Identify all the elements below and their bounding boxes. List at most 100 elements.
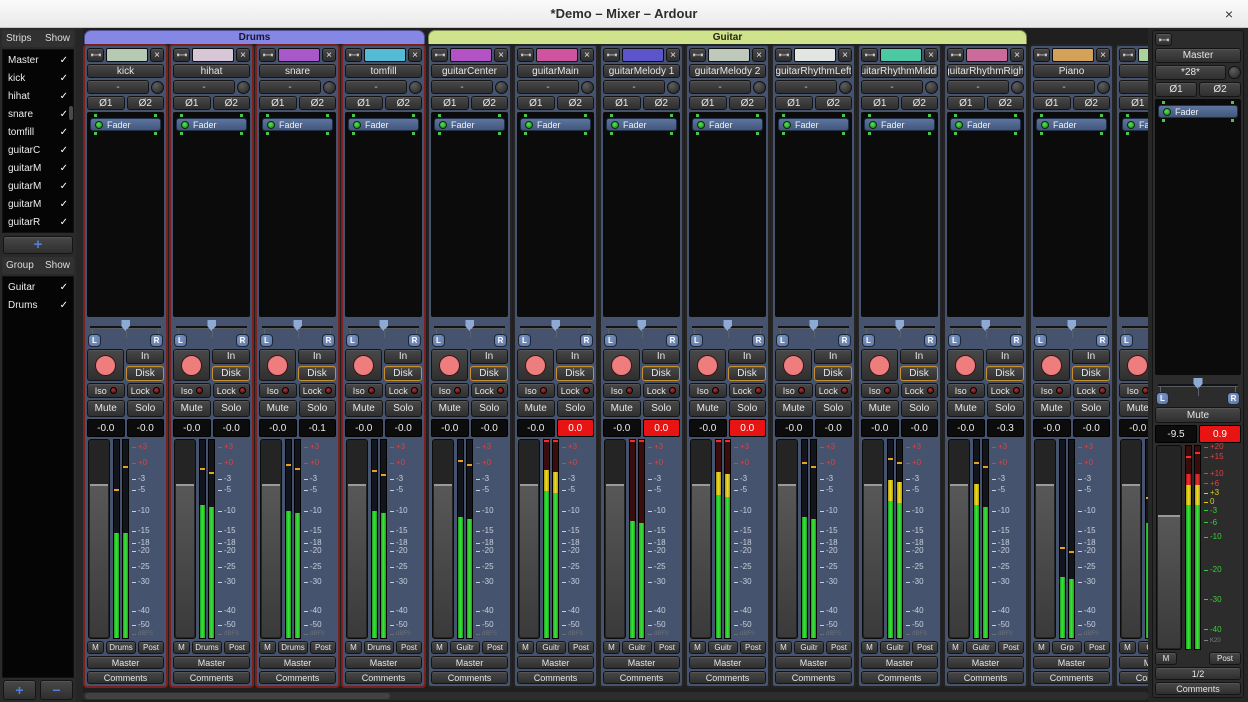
pan-control[interactable]: LR <box>518 319 593 347</box>
hide-strip-icon[interactable]: × <box>1096 48 1110 62</box>
strip-color-swatch[interactable] <box>536 48 578 62</box>
fader-processor[interactable]: Fader <box>348 118 419 131</box>
master-fader[interactable] <box>1156 445 1182 650</box>
comments-button[interactable]: Comments <box>775 671 852 684</box>
mute-button[interactable]: Mute <box>947 400 985 417</box>
phase1-button[interactable]: Ø1 <box>775 96 813 110</box>
record-enable-button[interactable] <box>259 349 296 381</box>
solo-button[interactable]: Solo <box>1073 400 1111 417</box>
sidebar-strip-item[interactable]: guitarM✓ <box>3 177 73 195</box>
mute-button[interactable]: Mute <box>603 400 641 417</box>
peak-display[interactable]: -0.0 <box>1073 419 1111 437</box>
group-button[interactable]: Guitr <box>880 641 910 654</box>
trim-knob[interactable] <box>237 81 250 94</box>
processor-box[interactable]: Fader <box>947 112 1024 317</box>
trim-knob[interactable] <box>1011 81 1024 94</box>
solo-isolate-button[interactable]: Iso <box>1119 383 1148 398</box>
hide-strip-icon[interactable]: × <box>322 48 336 62</box>
group-item-checkbox[interactable]: ✓ <box>60 300 68 311</box>
mute-button[interactable]: Mute <box>517 400 555 417</box>
width-toggle-button[interactable]: ⇤⇥ <box>775 48 792 62</box>
solo-lock-button[interactable]: Lock <box>643 383 681 398</box>
mute-button[interactable]: Mute <box>1119 400 1148 417</box>
strip-name-button[interactable]: guitarRhythmLeft <box>775 64 852 78</box>
phase1-button[interactable]: Ø1 <box>1033 96 1071 110</box>
monitor-input-button[interactable]: In <box>642 349 680 364</box>
peak-display[interactable]: -0.1 <box>299 419 337 437</box>
gain-display[interactable]: -0.0 <box>1119 419 1148 437</box>
solo-isolate-button[interactable]: Iso <box>173 383 211 398</box>
metering-point-button[interactable]: Post <box>1084 641 1110 654</box>
fader-handle[interactable] <box>1036 484 1054 486</box>
strip-color-swatch[interactable] <box>966 48 1008 62</box>
strip-item-checkbox[interactable]: ✓ <box>60 91 68 102</box>
strip-name-button[interactable]: guitarRhythmMiddle <box>861 64 938 78</box>
phase1-button[interactable]: Ø1 <box>689 96 727 110</box>
phase1-button[interactable]: Ø1 <box>861 96 899 110</box>
fader-handle[interactable] <box>1158 515 1180 517</box>
phase2-button[interactable]: Ø2 <box>299 96 337 110</box>
comments-button[interactable]: Comments <box>861 671 938 684</box>
master-input-button[interactable]: *28* <box>1155 65 1226 80</box>
width-toggle-button[interactable]: ⇤⇥ <box>947 48 964 62</box>
metering-point-button[interactable]: Post <box>740 641 766 654</box>
mute-button[interactable]: Mute <box>861 400 899 417</box>
record-enable-button[interactable] <box>173 349 210 381</box>
comments-button[interactable]: Comments <box>689 671 766 684</box>
fader-handle[interactable] <box>348 484 366 486</box>
mono-button[interactable]: M <box>1033 641 1050 654</box>
phase1-button[interactable]: Ø1 <box>259 96 297 110</box>
fader-handle[interactable] <box>90 484 108 486</box>
strip-name-button[interactable]: Piano <box>1033 64 1110 78</box>
monitor-input-button[interactable]: In <box>900 349 938 364</box>
solo-lock-button[interactable]: Lock <box>385 383 423 398</box>
strips-list-scrollbar[interactable] <box>69 106 73 120</box>
sidebar-strip-item[interactable]: tomfill✓ <box>3 123 73 141</box>
input-button[interactable]: - <box>87 80 149 94</box>
processor-box[interactable]: Fader <box>1033 112 1110 317</box>
pan-control[interactable]: LR <box>1120 319 1148 347</box>
group-item-checkbox[interactable]: ✓ <box>60 282 68 293</box>
metering-point-button[interactable]: Post <box>224 641 250 654</box>
trim-knob[interactable] <box>925 81 938 94</box>
mono-button[interactable]: M <box>603 641 620 654</box>
peak-display[interactable]: -0.0 <box>385 419 423 437</box>
gain-display[interactable]: -0.0 <box>689 419 727 437</box>
processor-active-led[interactable] <box>1041 121 1049 129</box>
strip-item-checkbox[interactable]: ✓ <box>60 73 68 84</box>
comments-button[interactable]: Comments <box>603 671 680 684</box>
horizontal-scrollbar-handle[interactable] <box>85 693 390 699</box>
strip-item-checkbox[interactable]: ✓ <box>60 217 68 228</box>
pan-control[interactable]: LR <box>1034 319 1109 347</box>
record-enable-button[interactable] <box>861 349 898 381</box>
group-button[interactable]: Guitr <box>536 641 566 654</box>
strip-color-swatch[interactable] <box>1138 48 1148 62</box>
trim-knob[interactable] <box>839 81 852 94</box>
input-button[interactable]: - <box>345 80 407 94</box>
solo-lock-button[interactable]: Lock <box>1073 383 1111 398</box>
processor-box[interactable]: Fader <box>173 112 250 317</box>
monitor-input-button[interactable]: In <box>728 349 766 364</box>
gain-fader[interactable] <box>432 439 454 639</box>
metering-point-button[interactable]: Post <box>912 641 938 654</box>
gain-display[interactable]: -0.0 <box>345 419 383 437</box>
monitor-disk-button[interactable]: Disk <box>556 366 594 381</box>
gain-fader[interactable] <box>174 439 196 639</box>
gain-display[interactable]: -0.0 <box>861 419 899 437</box>
sidebar-strip-item[interactable]: guitarC✓ <box>3 141 73 159</box>
solo-isolate-button[interactable]: Iso <box>87 383 125 398</box>
monitor-disk-button[interactable]: Disk <box>1072 366 1110 381</box>
mono-button[interactable]: M <box>947 641 964 654</box>
strip-item-checkbox[interactable]: ✓ <box>60 109 68 120</box>
fader-processor[interactable]: Fader <box>778 118 849 131</box>
record-enable-button[interactable] <box>689 349 726 381</box>
master-balance-control[interactable]: L R <box>1156 377 1240 405</box>
solo-isolate-button[interactable]: Iso <box>517 383 555 398</box>
group-button[interactable]: Guitr <box>622 641 652 654</box>
gain-display[interactable]: -0.0 <box>603 419 641 437</box>
solo-button[interactable]: Solo <box>213 400 251 417</box>
trim-knob[interactable] <box>581 81 594 94</box>
gain-display[interactable]: -0.0 <box>1033 419 1071 437</box>
strip-color-swatch[interactable] <box>622 48 664 62</box>
processor-active-led[interactable] <box>955 121 963 129</box>
